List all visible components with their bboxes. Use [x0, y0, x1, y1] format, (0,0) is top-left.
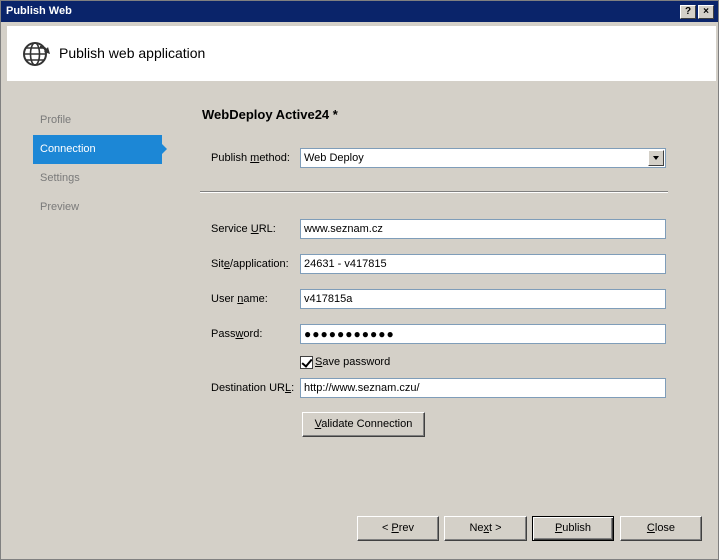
prev-button[interactable]: < Prev — [357, 516, 439, 541]
chevron-down-icon[interactable] — [648, 150, 664, 166]
next-button[interactable]: Next > — [444, 516, 527, 541]
nav-item-connection[interactable]: Connection — [33, 135, 167, 164]
close-window-button[interactable]: × — [698, 5, 714, 19]
service-url-input[interactable]: www.seznam.cz — [300, 219, 666, 239]
globe-publish-icon — [23, 42, 50, 66]
user-name-label: User name: — [211, 293, 268, 305]
title-bar: Publish Web ? × — [1, 1, 718, 22]
publish-button[interactable]: Publish — [532, 516, 614, 541]
validate-connection-button[interactable]: Validate Connection — [302, 412, 425, 437]
help-button[interactable]: ? — [680, 5, 696, 19]
site-application-input[interactable]: 24631 - v417815 — [300, 254, 666, 274]
destination-url-label: Destination URL: — [211, 382, 295, 394]
service-url-label: Service URL: — [211, 223, 276, 235]
wizard-header: Publish web application — [7, 26, 716, 81]
destination-url-input[interactable]: http://www.seznam.czu/ — [300, 378, 666, 398]
header-title: Publish web application — [59, 45, 206, 61]
profile-title: WebDeploy Active24 * — [202, 107, 338, 122]
wizard-nav: Profile Connection Settings Preview — [33, 106, 167, 222]
publish-method-value: Web Deploy — [304, 152, 364, 164]
password-input[interactable]: ●●●●●●●●●●● — [300, 324, 666, 344]
nav-item-profile[interactable]: Profile — [33, 106, 167, 135]
password-label: Password: — [211, 328, 263, 340]
site-application-label: Site/application: — [211, 258, 289, 270]
nav-item-preview[interactable]: Preview — [33, 193, 167, 222]
save-password-checkbox[interactable] — [300, 356, 313, 369]
nav-item-settings[interactable]: Settings — [33, 164, 167, 193]
publish-method-label: Publish method: — [211, 152, 290, 164]
save-password-label[interactable]: Save password — [315, 356, 390, 368]
divider — [200, 191, 668, 193]
publish-web-dialog: Publish Web ? × Publish web application … — [0, 0, 719, 560]
publish-method-select[interactable]: Web Deploy — [300, 148, 666, 168]
close-button[interactable]: Close — [620, 516, 702, 541]
window-title: Publish Web — [6, 5, 72, 17]
user-name-input[interactable]: v417815a — [300, 289, 666, 309]
